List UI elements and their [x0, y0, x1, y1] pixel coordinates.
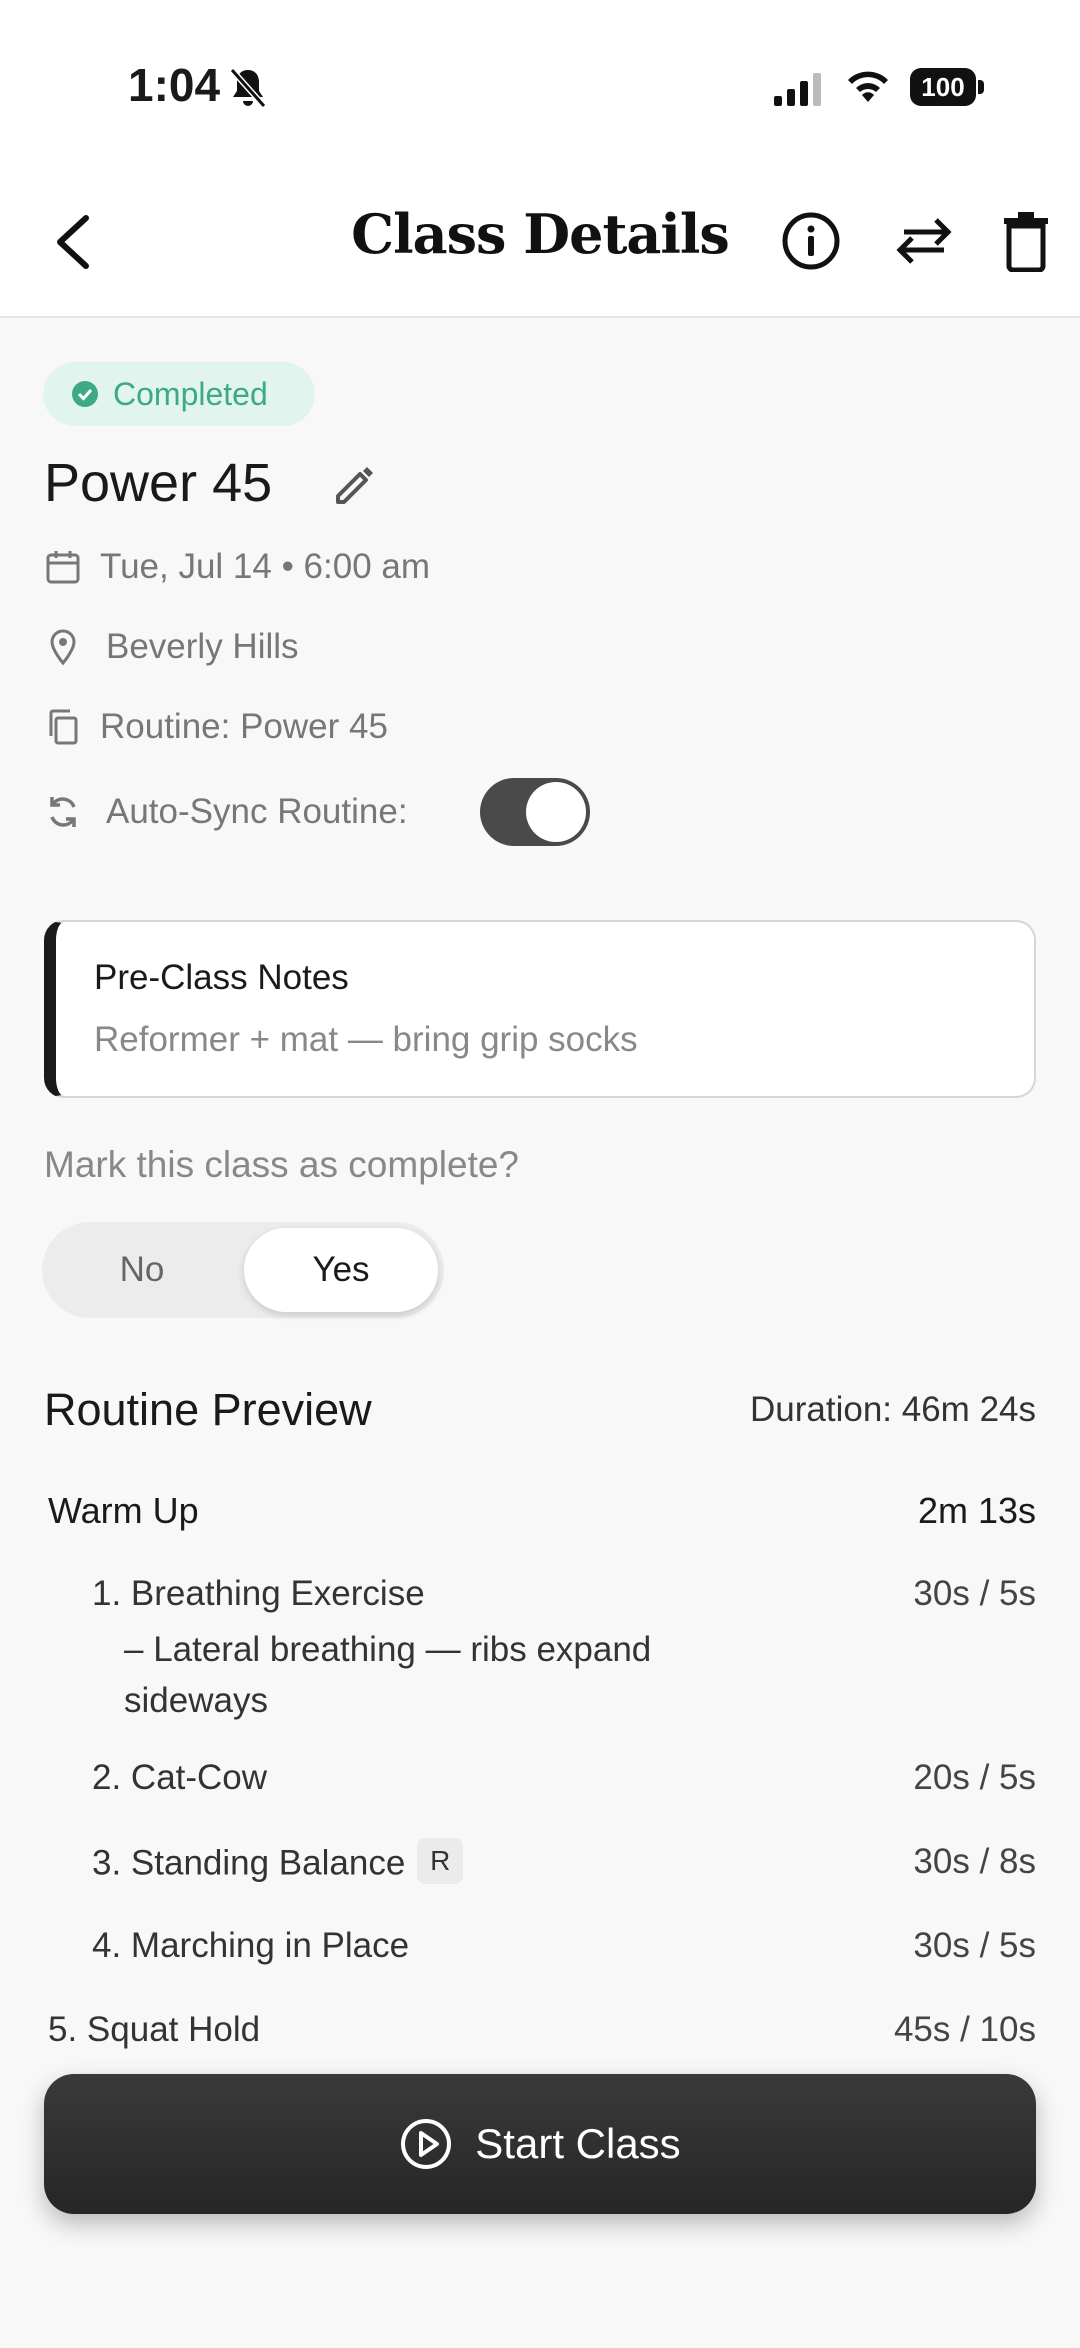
start-class-button[interactable]: Start Class — [44, 2074, 1036, 2214]
exercise-time: 30s / 5s — [913, 1926, 1036, 1965]
class-datetime-row: Tue, Jul 14 • 6:00 am — [44, 542, 430, 592]
pre-class-notes-card[interactable]: Pre-Class Notes Reformer + mat — bring g… — [44, 920, 1036, 1098]
routine-preview-heading: Routine Preview — [44, 1384, 372, 1435]
class-datetime: Tue, Jul 14 • 6:00 am — [100, 547, 431, 586]
class-routine: Routine: Power 45 — [100, 707, 388, 746]
swap-icon[interactable] — [894, 214, 954, 268]
complete-no-option[interactable]: No — [42, 1222, 242, 1318]
section-row: Warm Up 2m 13s — [48, 1490, 1036, 1540]
exercise-description-line: – Lateral breathing — ribs expand — [124, 1630, 652, 1669]
exercise-time: 30s / 5s — [913, 1574, 1036, 1613]
sync-icon — [50, 797, 76, 827]
wifi-icon — [848, 71, 888, 102]
signal-icon — [774, 73, 821, 106]
bell-muted-icon — [229, 68, 267, 108]
exercise-row[interactable]: 4. Marching in Place 30s / 5s — [92, 1926, 1036, 1976]
auto-sync-label: Auto-Sync Routine: — [106, 792, 408, 831]
complete-question: Mark this class as complete? — [44, 1144, 520, 1185]
status-badge: Completed — [43, 362, 315, 426]
status-bar: 1:04 100 — [0, 0, 1080, 150]
exercise-row[interactable]: 1. Breathing Exercise 30s / 5s — [92, 1574, 1036, 1624]
exercise-label-wrap: 3. Standing Balance R — [92, 1838, 464, 1888]
routine-duration: Duration: 46m 24s — [750, 1390, 1036, 1429]
toggle-knob — [526, 782, 586, 842]
class-location: Beverly Hills — [106, 627, 299, 666]
complete-yes-option[interactable]: Yes — [244, 1228, 438, 1312]
battery-level: 100 — [910, 68, 976, 106]
exercise-label: 3. Standing Balance — [92, 1843, 406, 1883]
battery-icon: 100 — [910, 68, 984, 106]
class-routine-row: Routine: Power 45 — [44, 702, 388, 752]
edit-pencil-icon[interactable] — [330, 460, 380, 510]
notes-body: Reformer + mat — bring grip socks — [94, 1020, 638, 1059]
exercise-badge: R — [417, 1838, 464, 1884]
complete-segmented-control: No Yes — [42, 1222, 444, 1318]
calendar-icon — [46, 551, 80, 584]
status-badge-label: Completed — [113, 375, 268, 412]
check-circle-icon — [72, 381, 98, 407]
exercise-label: 4. Marching in Place — [92, 1926, 410, 1965]
section-name: Warm Up — [48, 1490, 199, 1531]
exercise-time: 30s / 8s — [913, 1842, 1036, 1881]
exercise-label: 5. Squat Hold — [48, 2010, 261, 2049]
auto-sync-toggle[interactable] — [480, 778, 590, 846]
class-location-row: Beverly Hills — [44, 622, 299, 672]
trash-icon[interactable] — [1002, 210, 1050, 272]
exercise-time: 20s / 5s — [913, 1758, 1036, 1797]
section-time: 2m 13s — [917, 1490, 1036, 1531]
start-class-label: Start Class — [475, 2120, 681, 2167]
class-title: Power 45 — [44, 453, 273, 513]
exercise-row[interactable]: 5. Squat Hold 45s / 10s — [48, 2010, 1036, 2060]
auto-sync-row: Auto-Sync Routine: — [44, 787, 408, 837]
exercise-label: 2. Cat-Cow — [92, 1758, 268, 1797]
exercise-row[interactable]: 3. Standing Balance R 30s / 8s — [92, 1838, 1036, 1892]
exercise-label: 1. Breathing Exercise — [92, 1574, 425, 1613]
nav-bar: Class Details — [0, 150, 1080, 318]
status-time: 1:04 — [128, 59, 221, 111]
exercise-row[interactable]: 2. Cat-Cow 20s / 5s — [92, 1758, 1036, 1808]
copy-icon — [49, 709, 78, 745]
exercise-description-line: sideways — [124, 1681, 268, 1720]
play-circle-icon — [401, 2119, 452, 2169]
exercise-description: – Lateral breathing — ribs expand sidewa… — [124, 1624, 824, 1726]
location-pin-icon — [50, 629, 76, 666]
exercise-time: 45s / 10s — [893, 2010, 1036, 2049]
notes-title: Pre-Class Notes — [94, 958, 349, 997]
info-icon[interactable] — [780, 210, 842, 272]
